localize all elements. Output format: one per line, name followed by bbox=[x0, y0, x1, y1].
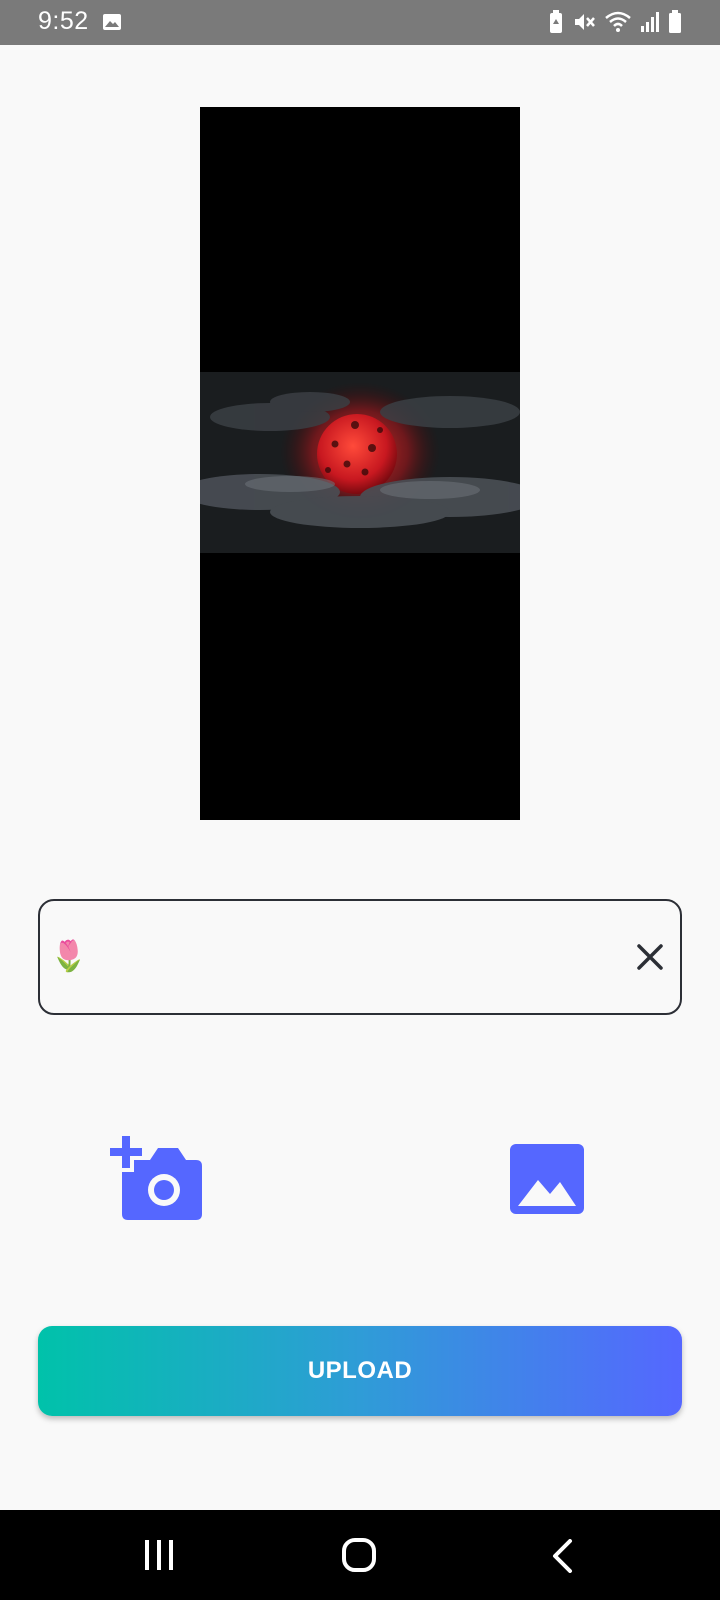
caption-input-value: 🌷 bbox=[50, 940, 88, 973]
mute-icon bbox=[572, 10, 596, 34]
home-icon[interactable] bbox=[341, 1537, 377, 1578]
status-bar: 9:52 bbox=[0, 0, 720, 45]
caption-input[interactable]: 🌷 bbox=[38, 899, 682, 1015]
image-gallery-icon[interactable] bbox=[510, 1144, 584, 1214]
image-preview bbox=[200, 107, 520, 820]
status-time: 9:52 bbox=[38, 7, 89, 35]
battery-icon bbox=[668, 10, 682, 34]
upload-button[interactable]: UPLOAD bbox=[38, 1326, 682, 1416]
wifi-icon bbox=[604, 11, 632, 33]
close-icon[interactable] bbox=[634, 941, 666, 973]
add-a-photo-icon[interactable] bbox=[110, 1136, 206, 1220]
signal-icon bbox=[640, 11, 660, 33]
navigation-bar bbox=[0, 1510, 720, 1600]
recents-icon[interactable] bbox=[143, 1540, 175, 1575]
battery-saver-icon bbox=[548, 10, 564, 34]
red-moon-clouds-image bbox=[200, 372, 520, 553]
status-icons bbox=[548, 10, 682, 34]
image-icon bbox=[102, 13, 122, 36]
back-icon[interactable] bbox=[551, 1539, 573, 1578]
